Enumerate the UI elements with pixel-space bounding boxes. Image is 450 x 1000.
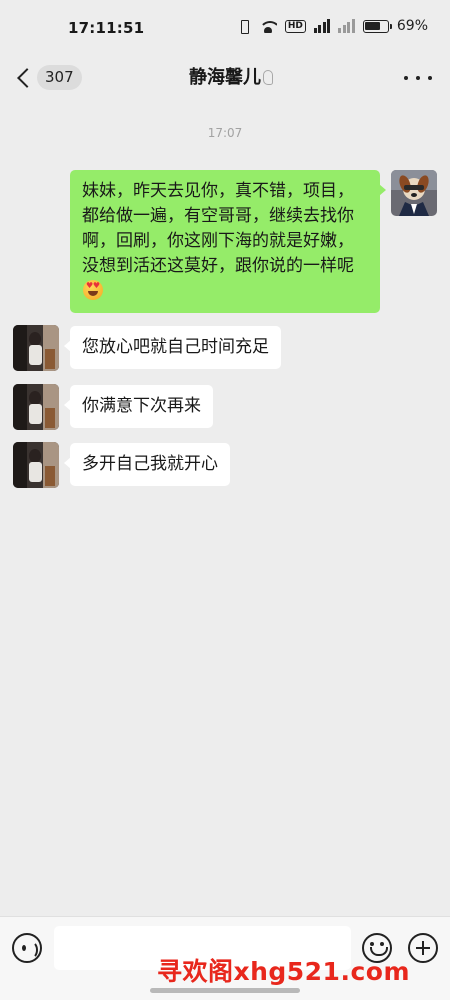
home-indicator[interactable] xyxy=(150,988,300,993)
contact-avatar[interactable] xyxy=(13,384,59,430)
status-bar: 17:11:51 HD 69% xyxy=(0,0,450,56)
watermark: 寻欢阁xhg521.com xyxy=(156,957,410,986)
more-dots-icon[interactable] xyxy=(404,66,432,90)
status-time: 17:11:51 xyxy=(68,19,145,37)
message-timestamp: 17:07 xyxy=(207,126,243,140)
status-icons: HD 69% xyxy=(237,18,428,34)
message-text: 您放心吧就自己时间充足 xyxy=(82,337,269,357)
contact-avatar[interactable] xyxy=(13,442,59,488)
chat-title[interactable]: 静海馨儿 xyxy=(0,62,450,94)
5g-signal-icon xyxy=(313,19,331,33)
contact-avatar[interactable] xyxy=(13,325,59,371)
battery-icon xyxy=(362,19,392,33)
chat-header: 307 静海馨儿 xyxy=(0,56,450,100)
received-message-bubble[interactable]: 您放心吧就自己时间充足 xyxy=(64,326,281,369)
message-text: 你满意下次再来 xyxy=(82,396,201,416)
hd-icon: HD xyxy=(284,19,306,33)
wifi-icon xyxy=(258,19,277,33)
signal-icon xyxy=(338,19,355,33)
voice-icon[interactable] xyxy=(12,933,42,963)
battery-fill xyxy=(365,22,380,30)
message-text: 多开自己我就开心 xyxy=(82,454,218,474)
my-avatar[interactable] xyxy=(391,170,437,216)
message-text: 妹妹，昨天去见你，真不错，项目，都给做一遍，有空哥哥，继续去找你啊，回刷，你这刚… xyxy=(82,181,354,276)
received-message-bubble[interactable]: 你满意下次再来 xyxy=(64,385,213,428)
vibrate-icon xyxy=(237,19,251,34)
battery-percent: 69% xyxy=(396,18,428,34)
ear-icon xyxy=(263,70,273,85)
sent-message-bubble[interactable]: 妹妹，昨天去见你，真不错，项目，都给做一遍，有空哥哥，继续去找你啊，回刷，你这刚… xyxy=(70,170,386,313)
heart-eyes-emoji-icon xyxy=(83,280,103,300)
plus-icon[interactable] xyxy=(408,933,438,963)
received-message-bubble[interactable]: 多开自己我就开心 xyxy=(64,443,230,486)
